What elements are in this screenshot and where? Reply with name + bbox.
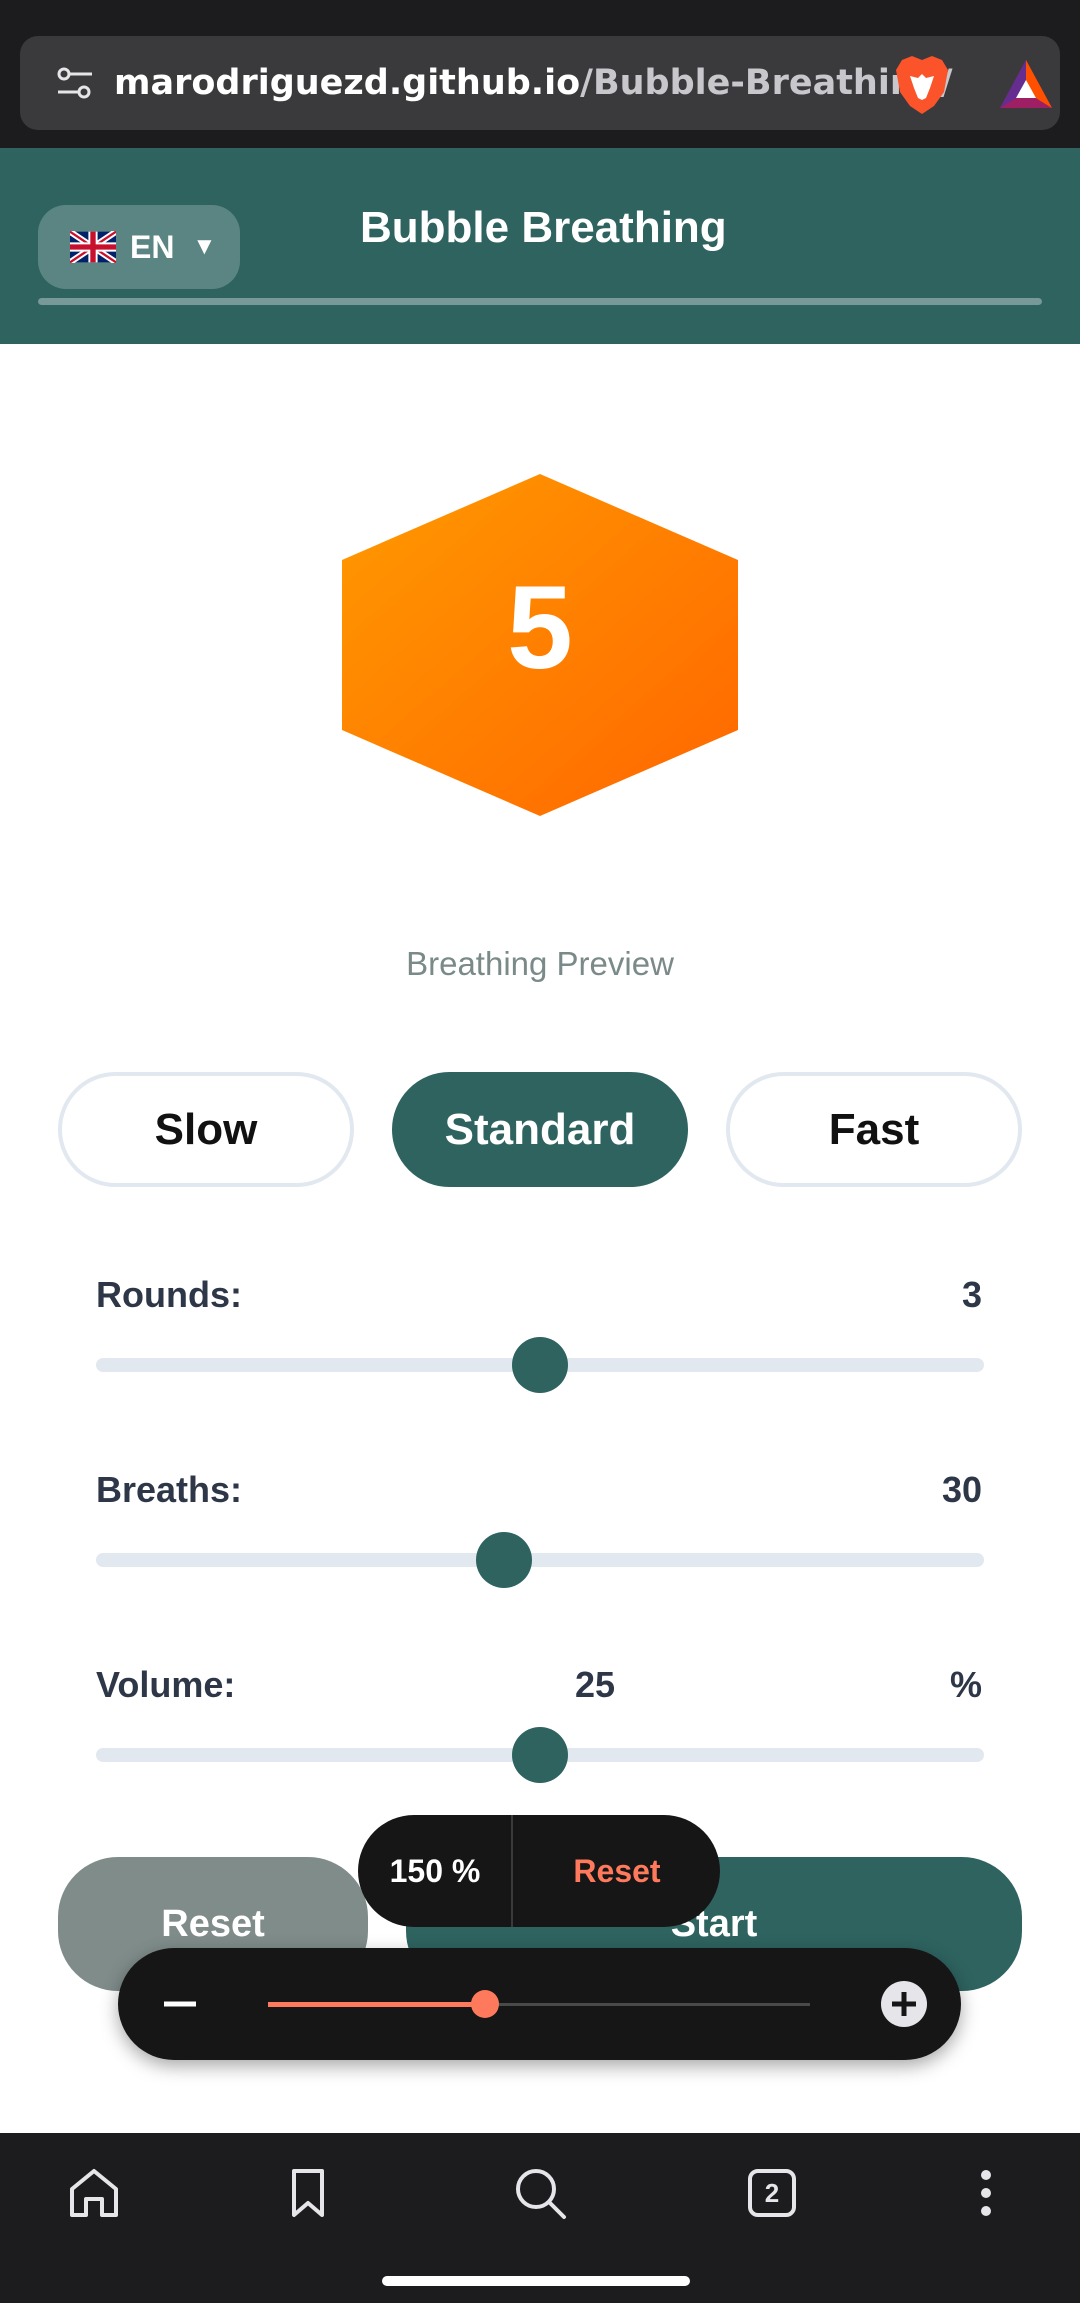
- language-selector[interactable]: EN ▼: [38, 205, 240, 289]
- speed-standard-button[interactable]: Standard: [392, 1072, 688, 1187]
- zoom-divider: [511, 1815, 513, 1927]
- breath-counter: 5: [507, 562, 573, 694]
- header-progress-bar: [38, 298, 1042, 305]
- volume-label: Volume:: [96, 1664, 236, 1705]
- preview-label: Breathing Preview: [406, 945, 674, 982]
- volume-unit: %: [949, 1664, 982, 1705]
- more-icon[interactable]: [956, 2163, 1016, 2223]
- url-domain: marodriguezd.github.io: [114, 63, 581, 103]
- home-indicator: [382, 2276, 690, 2286]
- tabs-count: 2: [764, 2178, 780, 2208]
- zoom-popup: 150 % Reset: [358, 1815, 720, 1927]
- chevron-down-icon: ▼: [192, 233, 217, 260]
- speed-slow-button[interactable]: Slow: [58, 1072, 354, 1187]
- zoom-out-icon[interactable]: [160, 1984, 200, 2024]
- zoom-slider-fill: [268, 2002, 485, 2007]
- volume-value: 25: [575, 1664, 616, 1705]
- breaths-label: Breaths:: [96, 1469, 243, 1510]
- zoom-in-icon[interactable]: [880, 1980, 928, 2028]
- zoom-level-text: 150 %: [389, 1853, 481, 1889]
- search-icon[interactable]: [510, 2163, 570, 2223]
- zoom-slider-thumb[interactable]: [470, 1990, 499, 2018]
- url-text[interactable]: marodriguezd.github.io/Bubble-Breathing/: [114, 36, 953, 130]
- breaths-slider-thumb[interactable]: [476, 1532, 533, 1588]
- tabs-icon[interactable]: 2: [742, 2163, 802, 2223]
- browser-toolbar: marodriguezd.github.io/Bubble-Breathing/: [0, 0, 1080, 148]
- home-icon[interactable]: [64, 2163, 124, 2223]
- bat-rewards-icon[interactable]: [998, 58, 1054, 110]
- url-bar[interactable]: marodriguezd.github.io/Bubble-Breathing/: [20, 36, 1060, 130]
- page-title: Bubble Breathing: [360, 203, 727, 252]
- rounds-label: Rounds:: [96, 1274, 242, 1315]
- breaths-slider-track[interactable]: [96, 1553, 984, 1567]
- zoom-control-bar: [118, 1948, 961, 2060]
- uk-flag-icon: [70, 231, 116, 263]
- speed-fast-button[interactable]: Fast: [726, 1072, 1022, 1187]
- rounds-slider-thumb[interactable]: [512, 1337, 568, 1393]
- bookmark-icon[interactable]: [278, 2163, 338, 2223]
- zoom-reset-button[interactable]: Reset: [514, 1815, 720, 1927]
- app-header: EN ▼ Bubble Breathing: [0, 148, 1080, 344]
- language-label: EN: [130, 228, 175, 265]
- rounds-value: 3: [961, 1274, 982, 1315]
- brave-lion-icon[interactable]: [892, 54, 952, 116]
- tune-icon[interactable]: [56, 64, 94, 102]
- breaths-value: 30: [941, 1469, 982, 1510]
- volume-slider-thumb[interactable]: [512, 1727, 568, 1783]
